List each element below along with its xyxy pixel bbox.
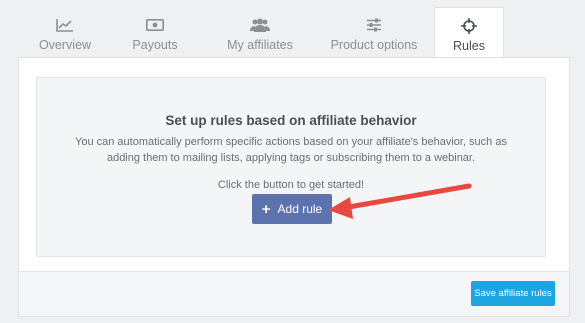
tab-bar: Overview Payouts My affiliates Product o…	[20, 7, 504, 59]
tab-product-options-label: Product options	[330, 38, 418, 52]
sliders-icon	[366, 16, 382, 34]
tab-payouts-label: Payouts	[132, 38, 178, 52]
tab-product-options[interactable]: Product options	[320, 7, 428, 57]
line-chart-icon	[56, 16, 74, 34]
tab-my-affiliates-label: My affiliates	[227, 38, 293, 52]
save-affiliate-rules-button[interactable]: Save affiliate rules	[471, 281, 555, 306]
tab-overview[interactable]: Overview	[20, 7, 110, 57]
tab-my-affiliates[interactable]: My affiliates	[200, 7, 320, 57]
tab-payouts[interactable]: Payouts	[110, 7, 200, 57]
rules-panel: Set up rules based on affiliate behavior…	[18, 57, 570, 317]
tab-rules[interactable]: Rules	[434, 7, 504, 59]
panel-footer: Save affiliate rules	[19, 271, 569, 316]
plus-icon: +	[261, 200, 271, 218]
tab-rules-label: Rules	[453, 39, 485, 53]
empty-state-box: Set up rules based on affiliate behavior…	[36, 77, 546, 257]
empty-state-title: Set up rules based on affiliate behavior	[165, 113, 417, 128]
money-icon	[146, 16, 164, 34]
empty-state-hint: Click the button to get started!	[217, 179, 365, 191]
empty-state-description: You can automatically perform specific a…	[75, 136, 507, 164]
users-icon	[250, 16, 270, 34]
add-rule-button-label: Add rule	[277, 202, 323, 216]
tab-overview-label: Overview	[38, 38, 92, 52]
add-rule-button[interactable]: + Add rule	[252, 194, 332, 224]
crosshairs-icon	[461, 17, 477, 35]
